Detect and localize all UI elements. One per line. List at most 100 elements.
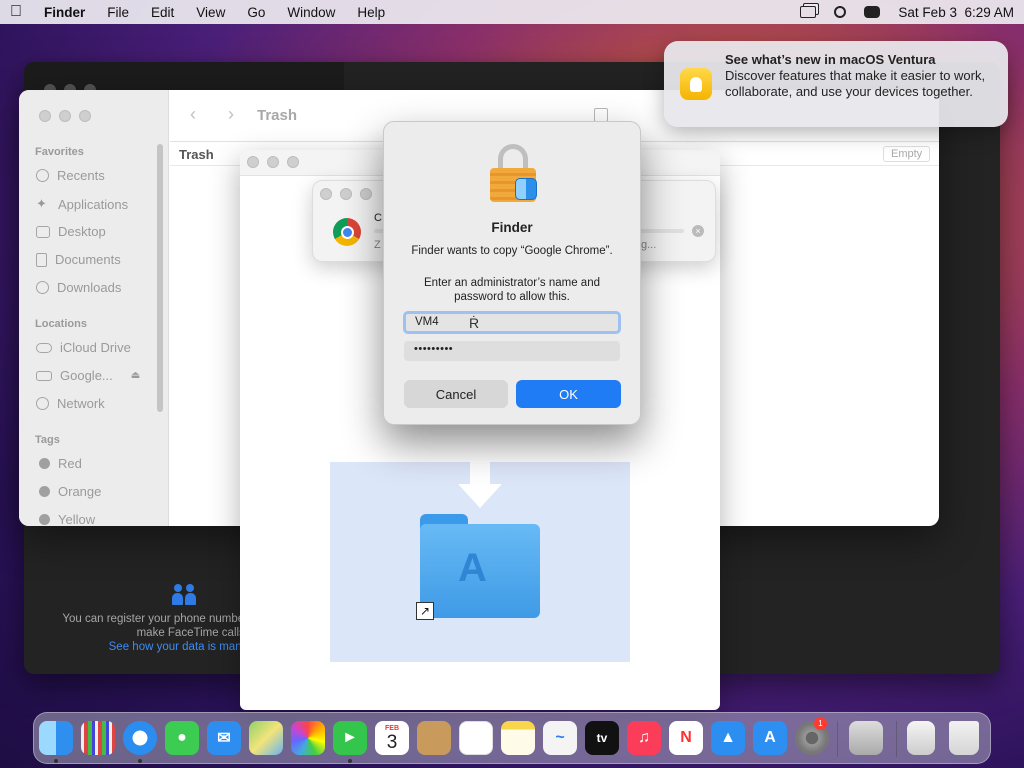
sidebar-item-documents[interactable]: Documents bbox=[36, 252, 121, 267]
register-line-1: You can register your phone number bbox=[62, 613, 248, 625]
app-store-icon[interactable]: A bbox=[753, 721, 787, 755]
tag-dot-icon bbox=[39, 458, 50, 469]
apple-tv-icon[interactable]: tv bbox=[585, 721, 619, 755]
password-field[interactable]: ••••••••• bbox=[404, 341, 620, 361]
document-icon bbox=[36, 252, 47, 267]
finder-zoom-button[interactable] bbox=[79, 110, 91, 122]
sidebar-item-label: Downloads bbox=[57, 280, 122, 295]
dock-divider bbox=[837, 721, 838, 757]
facetime-register-text: You can register your phone number make … bbox=[48, 612, 248, 654]
facetime-icon[interactable]: ► bbox=[333, 721, 367, 755]
sidebar-item-google-drive[interactable]: Google... ⏏ bbox=[36, 368, 140, 383]
messages-icon[interactable]: ● bbox=[165, 721, 199, 755]
sidebar-item-label: Applications bbox=[58, 196, 129, 212]
installer-close-button[interactable] bbox=[247, 156, 259, 168]
maps-icon[interactable] bbox=[249, 721, 283, 755]
sidebar-item-label: Red bbox=[58, 456, 82, 471]
installer-minimize-button[interactable] bbox=[267, 156, 279, 168]
clock-icon bbox=[36, 169, 49, 182]
menu-window[interactable]: Window bbox=[287, 5, 335, 20]
spotlight-search-icon[interactable] bbox=[834, 6, 847, 18]
sidebar-tag-red[interactable]: Red bbox=[39, 456, 82, 471]
back-arrow-icon[interactable]: ‹ bbox=[190, 104, 196, 125]
sidebar-item-network[interactable]: Network bbox=[36, 396, 105, 411]
sidebar-item-recents[interactable]: Recents bbox=[36, 168, 105, 183]
keynote-icon[interactable]: ▲ bbox=[711, 721, 745, 755]
path-label: Trash bbox=[179, 147, 214, 162]
menu-edit[interactable]: Edit bbox=[151, 5, 174, 20]
freeform-icon[interactable]: ~ bbox=[543, 721, 577, 755]
menu-file[interactable]: File bbox=[107, 5, 129, 20]
dialog-message: Finder wants to copy “Google Chrome”. bbox=[411, 245, 613, 257]
notes-icon[interactable] bbox=[501, 721, 535, 755]
reminders-icon[interactable] bbox=[459, 721, 493, 755]
tips-icon bbox=[680, 68, 712, 100]
progress-minimize-button[interactable] bbox=[340, 188, 352, 200]
finder-close-button[interactable] bbox=[39, 110, 51, 122]
music-icon[interactable]: ♫ bbox=[627, 721, 661, 755]
calendar-icon[interactable]: FEB 3 bbox=[375, 721, 409, 755]
sidebar-item-label: Network bbox=[57, 396, 105, 411]
finder-icon[interactable] bbox=[39, 721, 73, 755]
finder-minimize-button[interactable] bbox=[59, 110, 71, 122]
progress-zoom-button[interactable] bbox=[360, 188, 372, 200]
trash-icon[interactable] bbox=[949, 721, 979, 755]
desktop-icon bbox=[36, 225, 50, 238]
forward-arrow-icon[interactable]: › bbox=[228, 104, 234, 125]
progress-title: C bbox=[374, 212, 382, 224]
password-value: ••••••••• bbox=[414, 343, 454, 355]
menu-go[interactable]: Go bbox=[247, 5, 265, 20]
photos-icon[interactable] bbox=[291, 721, 325, 755]
control-center-icon[interactable] bbox=[864, 6, 881, 18]
sidebar-item-applications[interactable]: ✦ Applications bbox=[36, 196, 128, 212]
cancel-button[interactable]: Cancel bbox=[404, 380, 508, 408]
sidebar-scrollbar[interactable] bbox=[157, 144, 163, 412]
menu-clock[interactable]: Sat Feb 3 6:29 AM bbox=[898, 5, 1014, 20]
menu-view[interactable]: View bbox=[196, 5, 225, 20]
username-value: VM4 bbox=[415, 316, 439, 328]
launchpad-icon[interactable] bbox=[81, 721, 115, 755]
screen-mirroring-icon[interactable] bbox=[800, 6, 817, 18]
installer-zoom-button[interactable] bbox=[287, 156, 299, 168]
applications-drop-zone[interactable]: A ↗ bbox=[330, 462, 630, 662]
lightbulb-icon bbox=[690, 76, 702, 92]
register-line-2: make FaceTime calls. bbox=[136, 627, 248, 639]
menu-app-name[interactable]: Finder bbox=[44, 5, 85, 20]
data-privacy-link[interactable]: See how your data is mana bbox=[48, 640, 248, 654]
notification-banner[interactable]: See what’s new in macOS Ventura Discover… bbox=[664, 41, 1008, 127]
installer-disk-icon[interactable] bbox=[849, 721, 883, 755]
settings-badge: 1 bbox=[814, 717, 827, 730]
sidebar-tag-orange[interactable]: Orange bbox=[39, 484, 101, 499]
cloud-icon bbox=[36, 342, 52, 353]
running-indicator bbox=[138, 759, 142, 763]
sidebar-item-label: Documents bbox=[55, 252, 121, 267]
mail-icon[interactable]: ✉ bbox=[207, 721, 241, 755]
progress-close-button[interactable] bbox=[320, 188, 332, 200]
sidebar-item-icloud-drive[interactable]: iCloud Drive bbox=[36, 340, 131, 355]
sidebar-tag-yellow[interactable]: Yellow bbox=[39, 512, 95, 526]
chrome-icon bbox=[333, 218, 361, 246]
eject-icon[interactable]: ⏏ bbox=[131, 370, 140, 381]
sidebar-item-desktop[interactable]: Desktop bbox=[36, 224, 106, 239]
contacts-icon[interactable] bbox=[417, 721, 451, 755]
news-icon[interactable]: N bbox=[669, 721, 703, 755]
sidebar-item-label: Desktop bbox=[58, 224, 106, 239]
tag-dot-icon bbox=[39, 514, 50, 525]
view-grid-icon[interactable] bbox=[594, 108, 608, 122]
apple-menu-icon[interactable]:  bbox=[10, 3, 22, 21]
ok-button[interactable]: OK bbox=[516, 380, 621, 408]
username-field[interactable]: VM4 Ṙ bbox=[403, 311, 621, 334]
dialog-app-title: Finder bbox=[491, 220, 533, 235]
downloads-stack-icon[interactable] bbox=[907, 721, 935, 755]
progress-status: Z bbox=[374, 239, 381, 251]
people-icon bbox=[172, 584, 198, 606]
sidebar-item-downloads[interactable]: Downloads bbox=[36, 280, 121, 295]
sidebar-item-label: Orange bbox=[58, 484, 102, 499]
safari-icon[interactable] bbox=[123, 721, 157, 755]
sidebar-item-label: Recents bbox=[57, 168, 105, 183]
applications-folder-icon: A bbox=[420, 514, 540, 618]
menu-help[interactable]: Help bbox=[357, 5, 385, 20]
stop-copy-icon[interactable]: × bbox=[692, 225, 704, 237]
progress-status-tail: g... bbox=[641, 239, 657, 251]
empty-trash-button[interactable]: Empty bbox=[883, 146, 931, 162]
